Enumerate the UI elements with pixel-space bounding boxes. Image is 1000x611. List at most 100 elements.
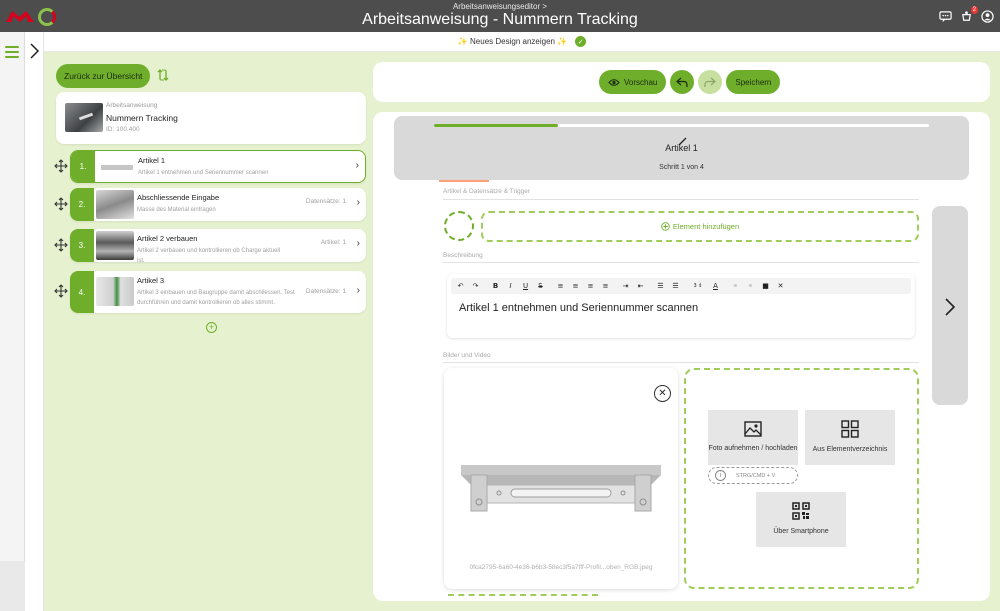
next-step-button[interactable] bbox=[932, 206, 968, 405]
drag-handle-icon[interactable] bbox=[54, 197, 68, 211]
paste-shortcut-hint: i STRG/CMD + V bbox=[708, 467, 798, 484]
profile-image bbox=[461, 465, 661, 512]
active-tab-indicator bbox=[439, 180, 489, 182]
grid-icon bbox=[841, 420, 859, 438]
text-color-icon[interactable]: A bbox=[709, 280, 722, 292]
step-description: Artikel 1 entnehmen und Seriennummer sca… bbox=[138, 170, 269, 176]
chevron-right-icon bbox=[30, 43, 40, 59]
step-row[interactable]: 1. Artikel 1 Artikel 1 entnehmen und Ser… bbox=[70, 150, 366, 183]
unlink-icon[interactable]: ⚭ bbox=[744, 280, 757, 292]
chevron-right-icon: › bbox=[356, 238, 360, 249]
undo-icon bbox=[676, 77, 688, 87]
eye-icon bbox=[608, 78, 620, 86]
step-number: 1. bbox=[71, 151, 95, 182]
step-title: Abschliessende Eingabe bbox=[137, 193, 220, 202]
instruction-name: Nummern Tracking bbox=[106, 113, 178, 123]
align-center-icon[interactable]: ≡ bbox=[569, 280, 582, 292]
step-header: Artikel 1 Schritt 1 von 4 bbox=[394, 116, 969, 180]
preview-button[interactable]: Vorschau bbox=[599, 70, 667, 94]
step-title-heading[interactable]: Artikel 1 bbox=[394, 143, 969, 153]
drag-handle-icon[interactable] bbox=[54, 284, 68, 298]
bold-icon[interactable]: B bbox=[489, 280, 502, 292]
media-dropzone[interactable]: Foto aufnehmen / hochladen Aus Elementve… bbox=[684, 368, 919, 589]
align-left-icon[interactable]: ≡ bbox=[554, 280, 567, 292]
step-item-1[interactable]: 1. Artikel 1 Artikel 1 entnehmen und Ser… bbox=[52, 150, 366, 183]
step-item-4[interactable]: 4. Artikel 3 Artikel 3 einbauen und Baug… bbox=[52, 271, 366, 313]
add-step-button[interactable]: + bbox=[206, 322, 217, 333]
video-icon[interactable]: ■ bbox=[759, 280, 772, 292]
instruction-thumbnail bbox=[65, 103, 103, 132]
chevron-right-icon: › bbox=[356, 197, 360, 208]
editor-toolbar: Vorschau Speichern bbox=[373, 62, 990, 102]
main-area: Zurück zur Übersicht Arbeitsanweisung Nu… bbox=[44, 52, 1000, 611]
italic-icon[interactable]: I bbox=[504, 280, 517, 292]
upload-photo-tile[interactable]: Foto aufnehmen / hochladen bbox=[708, 410, 798, 465]
chevron-right-icon: › bbox=[356, 285, 360, 296]
qr-code-icon bbox=[792, 502, 810, 520]
add-element-button[interactable]: Element hinzufügen bbox=[481, 211, 919, 242]
chevron-right-icon: › bbox=[355, 160, 359, 171]
align-justify-icon[interactable]: ≡ bbox=[599, 280, 612, 292]
remove-image-button[interactable]: ✕ bbox=[654, 385, 671, 402]
breadcrumb[interactable]: Arbeitsanweisungseditor > bbox=[0, 2, 1000, 11]
redo-icon[interactable]: ↷ bbox=[469, 280, 482, 292]
step-meta: Datensätze: 1 bbox=[305, 198, 346, 205]
undo-icon[interactable]: ↶ bbox=[454, 280, 467, 292]
panel-toggle[interactable] bbox=[25, 32, 44, 611]
rich-text-toolbar: ↶ ↷ B I U S ≡ ≡ ≡ ≡ ⇥ ⇤ ☰ ☰ 3 ⇕ A ⚭ ⚭ ■ … bbox=[451, 278, 911, 294]
preview-label: Vorschau bbox=[624, 77, 658, 87]
description-editor[interactable]: ↶ ↷ B I U S ≡ ≡ ≡ ≡ ⇥ ⇤ ☰ ☰ 3 ⇕ A ⚭ ⚭ ■ … bbox=[447, 274, 915, 338]
clear-format-icon[interactable]: ✕ bbox=[774, 280, 787, 292]
info-icon: i bbox=[715, 470, 726, 481]
check-icon[interactable]: ✓ bbox=[575, 36, 587, 47]
step-row[interactable]: 4. Artikel 3 Artikel 3 einbauen und Baug… bbox=[70, 271, 366, 313]
step-title: Artikel 2 verbauen bbox=[137, 234, 198, 243]
link-icon[interactable]: ⚭ bbox=[729, 280, 742, 292]
back-to-overview-button[interactable]: Zurück zur Übersicht bbox=[56, 64, 151, 88]
align-right-icon[interactable]: ≡ bbox=[584, 280, 597, 292]
step-number: 3. bbox=[70, 229, 94, 262]
top-actions: 2 bbox=[939, 6, 994, 23]
step-item-3[interactable]: 3. Artikel 2 verbauen Artikel 2 verbauen… bbox=[52, 229, 366, 262]
new-design-banner: ✨ Neues Design anzeigen ✨ ✓ bbox=[44, 32, 1000, 52]
divider bbox=[443, 362, 919, 363]
outdent-icon[interactable]: ⇤ bbox=[634, 280, 647, 292]
font-size-select[interactable]: 3 ⇕ bbox=[689, 280, 707, 292]
numbered-list-icon[interactable]: ☰ bbox=[654, 280, 667, 292]
save-button[interactable]: Speichern bbox=[726, 70, 781, 94]
description-text[interactable]: Artikel 1 entnehmen und Seriennummer sca… bbox=[459, 302, 698, 314]
strikethrough-icon[interactable]: S bbox=[534, 280, 547, 292]
step-number: 4. bbox=[70, 271, 94, 313]
rail-footer bbox=[0, 561, 25, 611]
notifications-icon[interactable]: 2 bbox=[960, 6, 978, 23]
new-design-link[interactable]: ✨ Neues Design anzeigen ✨ bbox=[458, 37, 567, 46]
add-element-label: Element hinzufügen bbox=[672, 222, 740, 231]
step-thumbnail bbox=[96, 190, 134, 219]
bullet-list-icon[interactable]: ☰ bbox=[669, 280, 682, 292]
chat-icon[interactable] bbox=[939, 10, 952, 23]
undo-button[interactable] bbox=[670, 70, 695, 94]
drag-handle-icon[interactable] bbox=[54, 238, 68, 252]
step-row[interactable]: 3. Artikel 2 verbauen Artikel 2 verbauen… bbox=[70, 229, 366, 262]
section-label-description: Beschreibung bbox=[443, 252, 483, 259]
indent-icon[interactable]: ⇥ bbox=[619, 280, 632, 292]
step-item-2[interactable]: 2. Abschliessende Eingabe Masse des Mate… bbox=[52, 188, 366, 221]
step-counter: Schritt 1 von 4 bbox=[659, 164, 704, 171]
element-library-tile[interactable]: Aus Elementverzeichnis bbox=[805, 410, 895, 465]
sync-icon[interactable] bbox=[156, 68, 170, 82]
divider bbox=[443, 262, 919, 263]
page-title: Arbeitsanweisung - Nummern Tracking bbox=[362, 11, 638, 28]
upload-photo-label: Foto aufnehmen / hochladen bbox=[708, 445, 798, 452]
element-placeholder[interactable] bbox=[444, 211, 474, 241]
smartphone-upload-tile[interactable]: Über Smartphone bbox=[756, 492, 846, 547]
redo-button[interactable] bbox=[698, 70, 723, 94]
menu-icon[interactable] bbox=[5, 46, 19, 61]
instruction-info-card[interactable]: Arbeitsanweisung Nummern Tracking ID: 10… bbox=[56, 92, 366, 144]
user-account-icon[interactable] bbox=[981, 10, 994, 23]
step-row[interactable]: 2. Abschliessende Eingabe Masse des Mate… bbox=[70, 188, 366, 221]
drag-handle-icon[interactable] bbox=[54, 159, 68, 173]
underline-icon[interactable]: U bbox=[519, 280, 532, 292]
step-number: 2. bbox=[70, 188, 94, 221]
divider bbox=[443, 199, 919, 200]
element-library-label: Aus Elementverzeichnis bbox=[812, 446, 888, 453]
